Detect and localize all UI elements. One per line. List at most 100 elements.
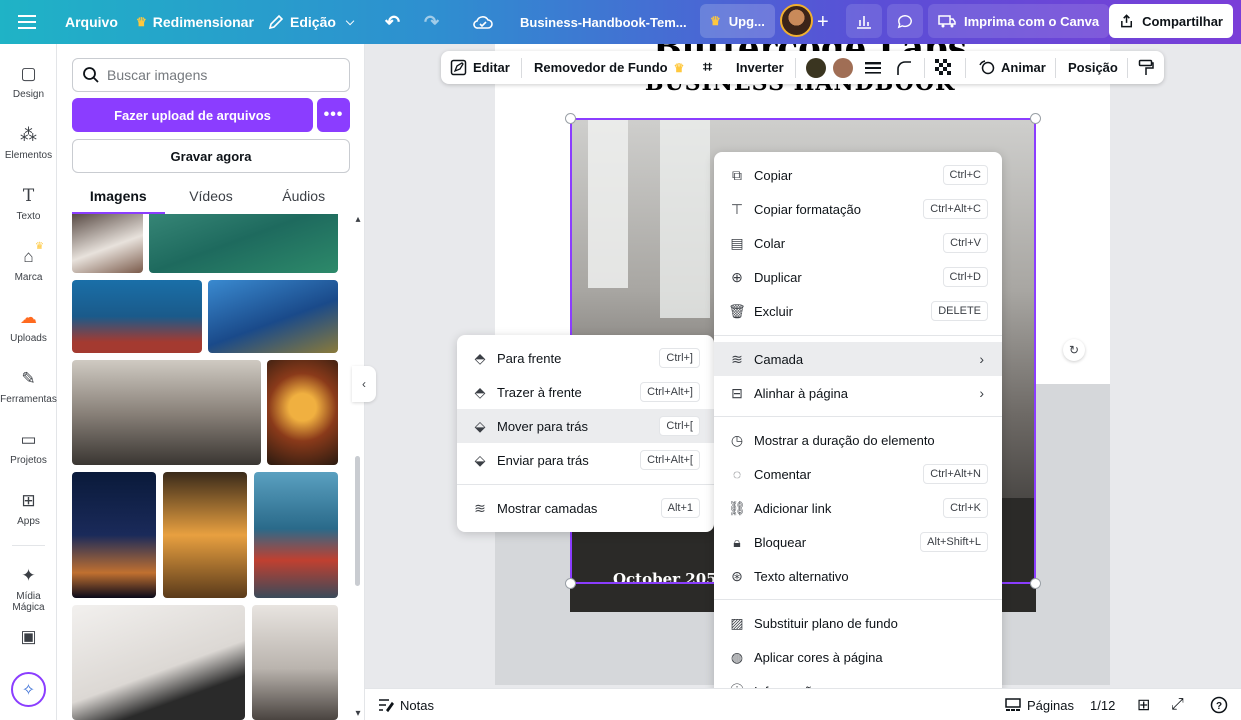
flip-button[interactable]: Inverter [736, 51, 784, 84]
rail-item-tools[interactable]: ✎ Ferramentas [0, 369, 57, 405]
avatar[interactable] [780, 4, 813, 37]
menu-item-label: Duplicar [754, 269, 802, 285]
color-swatch[interactable] [806, 58, 826, 78]
upgrade-button[interactable]: ♛ Upg... [700, 4, 775, 38]
menu-item-paste[interactable]: ▤ Colar Ctrl+V [714, 226, 1002, 260]
print-with-canva-button[interactable]: Imprima com o Canva [928, 4, 1110, 38]
document-title[interactable]: Business-Handbook-Tem... [520, 0, 687, 44]
bg-remover-button[interactable]: Removedor de Fundo ♛ [534, 51, 684, 84]
record-now-button[interactable]: Gravar agora [72, 139, 350, 173]
border-style-button[interactable] [865, 51, 881, 84]
edit-image-icon [450, 59, 467, 76]
crop-button[interactable]: ⌗ [703, 51, 712, 84]
resize-handle[interactable] [565, 113, 576, 124]
menu-item-add-link[interactable]: ⛓ Adicionar link Ctrl+K [714, 491, 1002, 525]
resize-handle[interactable] [1030, 578, 1041, 589]
edit-mode-dropdown[interactable]: Edição ⌵ [268, 0, 354, 44]
gallery-image[interactable] [208, 280, 338, 353]
scrollbar-thumb[interactable] [355, 456, 360, 586]
layers-icon: ≋ [474, 499, 486, 516]
menu-item-lock[interactable]: 🔒︎ Bloquear Alt+Shift+L [714, 525, 1002, 559]
gallery-image[interactable] [149, 214, 338, 273]
pages-button[interactable]: Páginas [1005, 689, 1074, 720]
gallery-image[interactable] [252, 605, 338, 720]
main-menu-button[interactable] [18, 0, 36, 44]
menu-item-duplicate[interactable]: ⊕ Duplicar Ctrl+D [714, 260, 1002, 294]
shortcut-badge: Ctrl+Alt+] [640, 382, 700, 402]
menu-item-comment[interactable]: ◌ Comentar Ctrl+Alt+N [714, 457, 1002, 491]
menu-item-bring-to-front[interactable]: ⬘ Trazer à frente Ctrl+Alt+] [457, 375, 714, 409]
trash-icon: 🗑 [728, 302, 746, 319]
rotate-handle[interactable]: ↻ [1063, 339, 1085, 361]
redo-button[interactable]: ↷ [424, 0, 439, 44]
magic-assistant-button[interactable]: ✧ [11, 672, 46, 707]
menu-item-layer[interactable]: ≋ Camada › [714, 342, 1002, 376]
shortcut-badge: Ctrl+V [943, 233, 988, 253]
tab-audios[interactable]: Áudios [257, 184, 350, 214]
search-input[interactable]: Buscar imagens [72, 58, 350, 92]
menu-item-replace-background[interactable]: ▨ Substituir plano de fundo [714, 606, 1002, 640]
rail-item-apps[interactable]: ⊞ Apps [0, 491, 57, 527]
rail-item-elements[interactable]: ⁂ Elementos [0, 125, 57, 161]
rail-item-photo-app[interactable]: ▣ [0, 627, 57, 652]
rail-item-text[interactable]: T Texto [0, 186, 57, 222]
collapse-panel-button[interactable]: ‹ [352, 366, 376, 402]
gallery-image[interactable] [254, 472, 338, 598]
gallery-image[interactable] [267, 360, 338, 465]
menu-item-show-layers[interactable]: ≋ Mostrar camadas Alt+1 [457, 491, 714, 525]
search-icon [83, 67, 99, 83]
rail-item-uploads[interactable]: ☁ Uploads [0, 308, 57, 344]
menu-item-send-backward[interactable]: ⬙ Mover para trás Ctrl+[ [457, 409, 714, 443]
scroll-up-icon[interactable]: ▴ [353, 214, 363, 226]
menu-item-bring-forward[interactable]: ⬘ Para frente Ctrl+] [457, 341, 714, 375]
position-button[interactable]: Posição [1068, 51, 1118, 84]
resize-handle[interactable] [565, 578, 576, 589]
menu-item-alt-text[interactable]: ⊛ Texto alternativo [714, 559, 1002, 593]
tab-images[interactable]: Imagens [72, 184, 165, 214]
add-collaborator-button[interactable]: + [817, 0, 829, 44]
notes-button[interactable]: Notas [378, 689, 434, 720]
menu-item-align-to-page[interactable]: ⊟ Alinhar à página › [714, 376, 1002, 410]
gallery-image[interactable] [72, 605, 245, 720]
menu-item-apply-colors[interactable]: ◍ Aplicar cores à página [714, 640, 1002, 674]
grid-view-button[interactable]: ⊞ [1137, 689, 1150, 720]
upload-files-button[interactable]: Fazer upload de arquivos [72, 98, 313, 132]
gallery-image[interactable] [72, 360, 261, 465]
gallery-image[interactable] [72, 280, 202, 353]
copy-style-button[interactable] [1138, 51, 1154, 84]
rail-item-projects[interactable]: ▭ Projetos [0, 430, 57, 466]
help-button[interactable]: ? [1210, 689, 1228, 720]
fullscreen-button[interactable]: ⤢ [1171, 689, 1184, 720]
toolbar-divider [924, 58, 925, 78]
menu-item-show-duration[interactable]: ◷ Mostrar a duração do elemento [714, 423, 1002, 457]
menu-item-copy-style[interactable]: ⊤ Copiar formatação Ctrl+Alt+C [714, 192, 1002, 226]
rail-item-design[interactable]: ▢ Design [0, 64, 57, 100]
cloud-save-status[interactable] [473, 0, 493, 44]
file-menu[interactable]: Arquivo [65, 0, 118, 44]
edit-image-button[interactable]: Editar [450, 51, 510, 84]
corner-rounding-button[interactable] [896, 51, 912, 84]
page-counter[interactable]: 1/12 [1090, 689, 1115, 720]
animate-button[interactable]: Animar [978, 51, 1046, 84]
gallery-image[interactable] [72, 472, 156, 598]
transparency-button[interactable] [935, 51, 952, 84]
rail-item-magic-media[interactable]: ✦ Mídia Mágica [0, 566, 57, 613]
insights-button[interactable] [846, 4, 882, 38]
gallery-image[interactable] [72, 214, 143, 273]
scroll-down-icon[interactable]: ▾ [353, 708, 363, 720]
menu-item-delete[interactable]: 🗑 Excluir DELETE [714, 294, 1002, 328]
comments-button[interactable] [887, 4, 923, 38]
tab-videos[interactable]: Vídeos [165, 184, 258, 214]
resize-button[interactable]: ♛ Redimensionar [136, 0, 254, 44]
undo-button[interactable]: ↶ [385, 0, 400, 44]
menu-item-copy[interactable]: ⧉ Copiar Ctrl+C [714, 158, 1002, 192]
rail-label: Ferramentas [0, 394, 57, 405]
color-swatch[interactable] [833, 58, 853, 78]
share-button[interactable]: Compartilhar [1109, 4, 1233, 38]
menu-item-label: Texto alternativo [754, 568, 849, 584]
gallery-image[interactable] [163, 472, 247, 598]
menu-item-send-to-back[interactable]: ⬙ Enviar para trás Ctrl+Alt+[ [457, 443, 714, 477]
more-options-button[interactable]: ••• [317, 98, 350, 132]
resize-handle[interactable] [1030, 113, 1041, 124]
rail-item-brand[interactable]: ⌂ Marca ♛ [0, 241, 57, 283]
